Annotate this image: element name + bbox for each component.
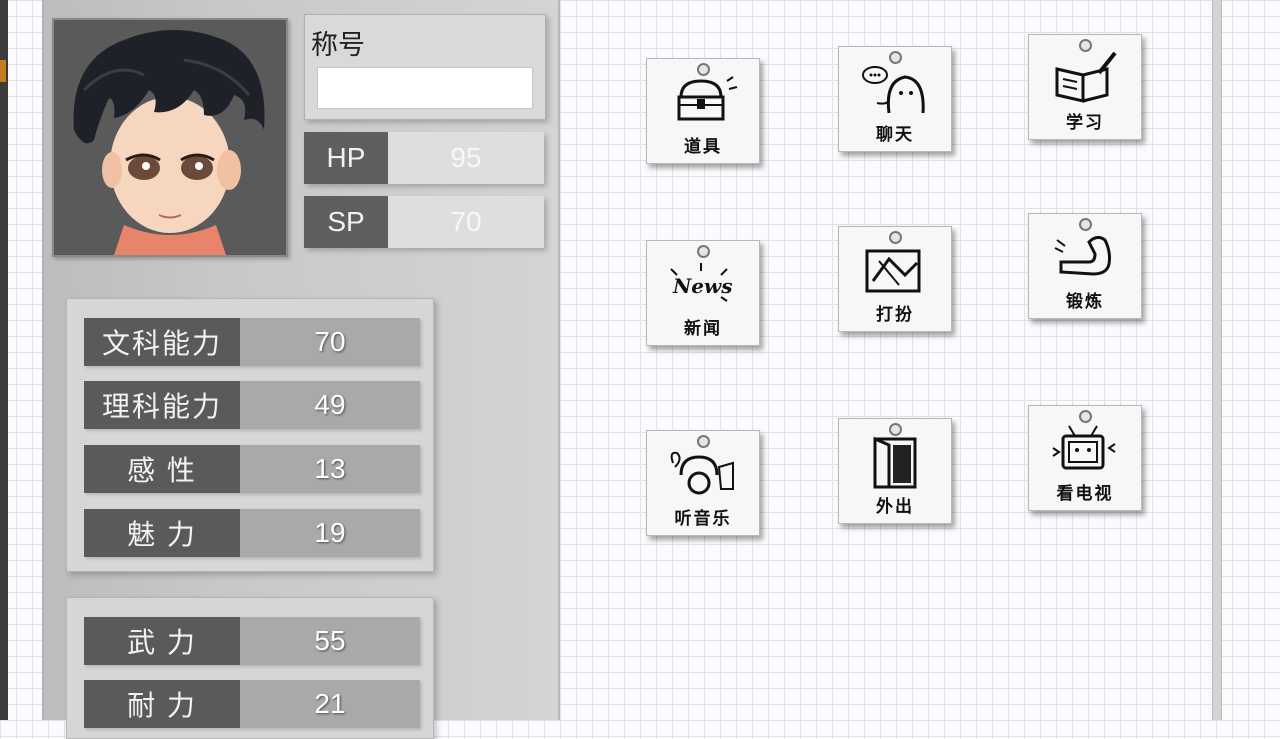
action-card-study[interactable]: 学习 (1028, 34, 1142, 140)
attribute-label: 感 性 (84, 445, 240, 493)
character-portrait (52, 18, 288, 257)
action-card-label: 听音乐 (674, 509, 732, 529)
hp-row: HP 95 (304, 132, 544, 184)
attribute-value: 70 (240, 318, 420, 366)
action-card-items[interactable]: 道具 (646, 58, 760, 164)
chat-bubble-icon (862, 66, 925, 114)
action-card-exercise[interactable]: 锻炼 (1028, 213, 1142, 319)
music-icon (670, 451, 734, 495)
attribute-label: 理科能力 (84, 381, 240, 429)
attribute-value: 13 (240, 445, 420, 493)
attribute-label: 耐 力 (84, 680, 240, 728)
attribute-panel-physical: 武 力 55 耐 力 21 (66, 597, 434, 739)
action-card-label: 新闻 (684, 319, 722, 339)
action-card-chat[interactable]: 聊天 (838, 46, 952, 152)
treasure-chest-icon (677, 76, 738, 121)
title-panel: 称号 (304, 14, 546, 120)
attribute-row: 理科能力 49 (84, 381, 420, 429)
news-icon: News (670, 263, 732, 302)
book-pen-icon (1055, 51, 1117, 103)
window-edge (0, 0, 8, 720)
flexed-arm-icon (1054, 235, 1111, 276)
action-card-label: 道具 (684, 137, 722, 157)
attribute-label: 文科能力 (84, 318, 240, 366)
hp-value: 95 (388, 132, 544, 184)
attribute-value: 19 (240, 509, 420, 557)
action-card-music[interactable]: 听音乐 (646, 430, 760, 536)
attribute-row: 魅 力 19 (84, 509, 420, 557)
attribute-row: 文科能力 70 (84, 318, 420, 366)
hp-label: HP (304, 132, 388, 184)
tv-icon (1052, 425, 1116, 470)
action-card-go-out[interactable]: 外出 (838, 418, 952, 524)
action-card-news[interactable]: News 新闻 (646, 240, 760, 346)
attribute-row: 耐 力 21 (84, 680, 420, 728)
attribute-value: 55 (240, 617, 420, 665)
action-card-watch-tv[interactable]: 看电视 (1028, 405, 1142, 511)
attribute-row: 感 性 13 (84, 445, 420, 493)
dress-up-icon (865, 249, 921, 293)
door-icon (873, 436, 917, 489)
attribute-value: 21 (240, 680, 420, 728)
sp-value: 70 (388, 196, 544, 248)
sp-row: SP 70 (304, 196, 544, 248)
title-label: 称号 (311, 30, 365, 61)
action-card-label: 打扮 (876, 305, 914, 325)
svg-text:News: News (672, 274, 732, 298)
action-card-label: 聊天 (876, 125, 914, 145)
attribute-label: 魅 力 (84, 509, 240, 557)
window-right-border (1212, 0, 1222, 720)
action-card-label: 锻炼 (1066, 292, 1104, 312)
attribute-row: 武 力 55 (84, 617, 420, 665)
action-card-label: 外出 (876, 497, 914, 517)
action-card-dress-up[interactable]: 打扮 (838, 226, 952, 332)
action-card-label: 学习 (1066, 113, 1104, 133)
attribute-label: 武 力 (84, 617, 240, 665)
sp-label: SP (304, 196, 388, 248)
title-value-field (317, 67, 533, 109)
attribute-panel-mental: 文科能力 70 理科能力 49 感 性 13 魅 力 19 (66, 298, 434, 572)
attribute-value: 49 (240, 381, 420, 429)
action-card-label: 看电视 (1056, 484, 1114, 504)
window-edge-marker (0, 60, 6, 82)
